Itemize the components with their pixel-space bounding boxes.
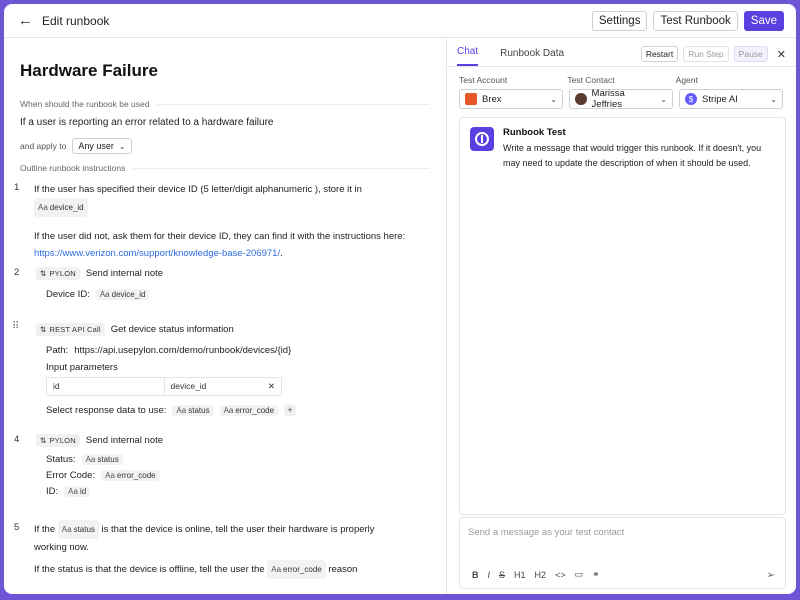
message-text: Write a message that would trigger this … — [503, 143, 762, 168]
outline-section-label: Outline runbook instructions — [20, 163, 430, 173]
message-composer[interactable]: Send a message as your test contact B I … — [459, 517, 786, 589]
settings-button[interactable]: Settings — [591, 10, 648, 31]
codeblock-icon[interactable]: ▭ — [575, 569, 584, 580]
stripe-logo-icon: $ — [685, 93, 697, 105]
apply-label: and apply to — [20, 141, 67, 151]
drag-handle-icon[interactable]: ⠿ — [12, 321, 19, 332]
step-number: 1 — [14, 182, 20, 193]
knowledge-base-link[interactable]: https://www.verizon.com/support/knowledg… — [34, 248, 280, 259]
tab-runbook-data[interactable]: Runbook Data — [500, 48, 564, 66]
panel-tabs: Chat Runbook Data Restart Run Step Pause… — [447, 39, 796, 67]
runbook-bot-icon — [470, 127, 494, 151]
test-account-select[interactable]: Brex ⌄ — [459, 89, 563, 109]
test-panel: Chat Runbook Data Restart Run Step Pause… — [447, 39, 796, 594]
brex-logo-icon — [465, 93, 477, 105]
run-step-button[interactable]: Run Step — [683, 46, 729, 62]
back-arrow-icon[interactable]: ← — [18, 12, 40, 29]
params-table: id device_id ✕ — [46, 377, 282, 396]
input-params-label: Input parameters — [46, 362, 118, 373]
apply-to-select[interactable]: Any user ⌄ — [72, 138, 132, 154]
api-path[interactable]: https://api.usepylon.com/demo/runbook/de… — [74, 345, 291, 356]
variable-tag[interactable]: Aa id — [64, 486, 91, 497]
chevron-down-icon: ⌄ — [770, 94, 777, 104]
step-2[interactable]: ⇅ PYLON Send internal note Device ID: Aa d… — [36, 267, 163, 300]
topbar: ← Edit runbook Settings Test Runbook Sav… — [4, 4, 796, 38]
save-button[interactable]: Save — [743, 10, 784, 31]
pylon-badge: ⇅ PYLON — [36, 267, 80, 280]
strikethrough-icon[interactable]: S — [499, 570, 505, 580]
param-value-cell[interactable]: device_id ✕ — [163, 378, 282, 395]
chat-message: Runbook Test Write a message that would … — [460, 118, 785, 180]
variable-tag[interactable]: Aa device_id — [95, 289, 150, 300]
restart-button[interactable]: Restart — [640, 46, 679, 62]
variable-tag[interactable]: Aa status — [57, 520, 99, 539]
composer-input[interactable]: Send a message as your test contact — [460, 518, 785, 547]
italic-icon[interactable]: I — [488, 570, 491, 580]
step-number: 2 — [14, 267, 20, 278]
action-icon: ⇅ — [40, 436, 47, 445]
step-4[interactable]: ⇅ PYLON Send internal note Status: Aa stat… — [36, 434, 163, 497]
pylon-badge: ⇅ PYLON — [36, 434, 80, 447]
runbook-editor: Hardware Failure When should the runbook… — [4, 39, 446, 594]
step-5[interactable]: If the Aa status is that the device is on… — [34, 520, 404, 579]
add-response-icon[interactable]: + — [284, 404, 297, 416]
variable-tag[interactable]: Aa error_code — [267, 560, 326, 579]
test-field-labels: Test Account Test Contact Agent — [459, 75, 698, 85]
test-runbook-button[interactable]: Test Runbook — [653, 10, 738, 31]
step-3[interactable]: ⇅ REST API Call Get device status informa… — [36, 323, 297, 416]
runbook-title[interactable]: Hardware Failure — [20, 61, 430, 81]
test-contact-select[interactable]: Marissa Jeffries ⌄ — [569, 88, 673, 110]
apply-row: and apply to Any user ⌄ — [20, 138, 430, 154]
variable-tag[interactable]: Aa error_code — [101, 470, 160, 481]
link-icon[interactable]: ⚭ — [592, 569, 600, 580]
condition-text[interactable]: If a user is reporting an error related … — [20, 117, 430, 128]
bold-icon[interactable]: B — [472, 570, 479, 580]
code-icon[interactable]: <> — [555, 570, 566, 580]
rest-api-badge: ⇅ REST API Call — [36, 323, 105, 336]
action-icon: ⇅ — [40, 269, 47, 278]
agent-select[interactable]: $ Stripe AI ⌄ — [679, 89, 783, 109]
variable-tag[interactable]: Aa device_id — [34, 198, 88, 217]
heading1-icon[interactable]: H1 — [514, 570, 526, 580]
step-1[interactable]: If the user has specified their device I… — [34, 181, 414, 262]
param-key-cell[interactable]: id — [47, 378, 164, 395]
heading2-icon[interactable]: H2 — [535, 570, 547, 580]
app-window: ← Edit runbook Settings Test Runbook Sav… — [4, 4, 796, 594]
message-author: Runbook Test — [503, 127, 566, 138]
chevron-down-icon: ⌄ — [660, 94, 667, 104]
format-toolbar: B I S H1 H2 <> ▭ ⚭ — [472, 569, 600, 580]
send-icon[interactable]: ➢ — [767, 570, 775, 581]
contact-avatar — [575, 93, 587, 105]
variable-tag[interactable]: Aa error_code — [219, 404, 279, 416]
pause-button[interactable]: Pause — [733, 46, 768, 62]
variable-tag[interactable]: Aa status — [172, 404, 214, 416]
tab-chat[interactable]: Chat — [457, 46, 479, 66]
page-title: Edit runbook — [42, 13, 110, 28]
action-icon: ⇅ — [40, 325, 47, 334]
remove-param-icon[interactable]: ✕ — [268, 381, 275, 392]
close-icon[interactable]: ✕ — [777, 48, 786, 61]
chevron-down-icon: ⌄ — [550, 94, 557, 104]
chevron-down-icon: ⌄ — [118, 141, 126, 151]
step-number: 5 — [14, 522, 20, 533]
step-number: 4 — [14, 434, 20, 445]
chat-area: Runbook Test Write a message that would … — [459, 117, 786, 515]
when-section-label: When should the runbook be used — [20, 99, 430, 109]
variable-tag[interactable]: Aa status — [81, 454, 123, 465]
